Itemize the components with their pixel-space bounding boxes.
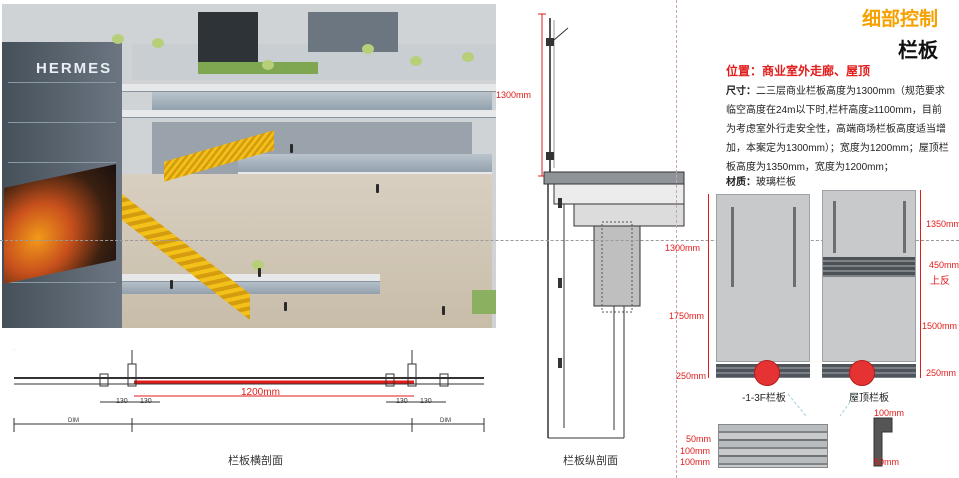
person [284,302,287,311]
profile-dimension: 50mm [874,457,900,467]
person [376,184,379,193]
size-text: 二三层商业栏板高度为1300mm（规范要求临空高度在24m以下时,栏杆高度≥11… [726,86,949,173]
position-line: 位置：商业室外走廊、屋顶 [726,64,871,78]
glass-panel-roof [822,190,916,362]
small-dimension: 130 [116,398,128,405]
section-title: 栏板 [898,40,938,62]
overall-dimension-left: DIM [68,418,79,424]
size-description: 尺寸：二三层商业栏板高度为1300mm（规范要求临空高度在24m以下时,栏杆高度… [726,82,950,177]
elevation-dimension: 上反 [930,276,950,287]
vertical-section-drawing [538,13,685,439]
elevation-dimension: 1300mm [665,243,701,253]
detail-callout-circle [849,360,875,386]
size-label: 尺寸： [726,86,756,97]
material-label: 材质： [726,177,756,188]
vertical-height-dimension: 1300mm [496,90,532,100]
person [290,144,293,153]
elevation-dimension: 1350mm [926,219,959,229]
page-title: 细部控制 [862,9,939,30]
dimension-line [920,190,921,378]
floor-slab-1 [120,84,496,92]
tree [152,38,164,48]
tree [262,60,274,70]
floor-slab-2 [120,110,496,118]
tower-grey [308,12,398,52]
profile-dimension: 100mm [874,408,905,418]
person [258,268,261,277]
small-dimension: 130 [140,398,152,405]
vertical-section-caption: 栏板纵剖面 [563,455,618,467]
elevation-dimension: 250mm [926,368,957,378]
glass-panel-1-3f [716,194,810,362]
small-dimension: 130 [396,398,408,405]
planting-patch [472,290,496,314]
brand-sign: HERMES [36,60,113,77]
panel-layer-detail [718,424,828,468]
svg-text:·: · [14,347,15,352]
callout-arrows [787,393,857,417]
person [442,306,445,315]
detail-dimension: 100mm [680,457,711,467]
elevation-dimension: 1750mm [669,311,705,321]
small-dimension: 130 [420,398,432,405]
detail-dimension: 50mm [686,434,712,444]
glass-balustrade-2 [238,154,492,172]
material-line: 材质：玻璃栏板 [726,173,796,188]
dimension-line [708,194,709,378]
elevation-dimension: 1500mm [922,321,958,331]
width-dimension: 1200mm [241,387,280,398]
tree [462,52,474,62]
detail-callout-circle [754,360,780,386]
elevation-dimension: 250mm [676,371,707,381]
person [170,280,173,289]
tree [112,34,124,44]
guide-line-vertical [676,0,677,478]
elevation-dimension: 450mm [929,260,959,270]
guide-line [0,240,959,241]
material-text: 玻璃栏板 [756,177,796,188]
horizontal-section-caption: 栏板横剖面 [228,455,283,467]
roof-planting [198,62,318,74]
glass-balustrade-1 [152,92,492,110]
overall-dimension-right: DIM [440,418,451,424]
detail-dimension: 100mm [680,446,711,456]
mall-rendering: HERMES [2,4,496,328]
tower-dark [198,12,258,62]
tree [362,44,374,54]
tree [410,56,422,66]
